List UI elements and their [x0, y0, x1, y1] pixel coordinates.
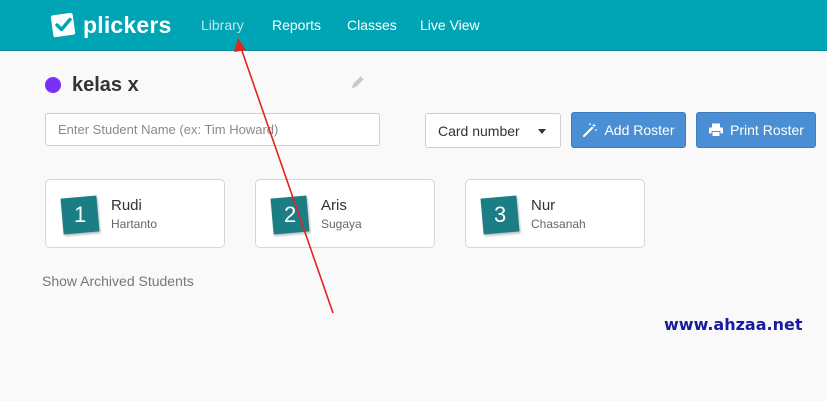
- student-card[interactable]: 2 Aris Sugaya: [255, 179, 435, 248]
- magic-wand-icon: [583, 123, 598, 138]
- nav-classes[interactable]: Classes: [347, 17, 397, 33]
- student-search-input[interactable]: [45, 113, 380, 146]
- student-first-name: Aris: [321, 197, 347, 214]
- class-header: kelas x: [45, 73, 139, 97]
- edit-pencil-icon[interactable]: [350, 74, 366, 90]
- student-last-name: Sugaya: [321, 217, 362, 231]
- student-first-name: Nur: [531, 197, 556, 214]
- logo[interactable]: plickers: [49, 10, 172, 40]
- sort-select[interactable]: Card number: [425, 113, 561, 148]
- student-first-name: Rudi: [111, 197, 142, 214]
- student-card[interactable]: 3 Nur Chasanah: [465, 179, 645, 248]
- app-name: plickers: [83, 11, 172, 38]
- card-number-badge: 3: [480, 195, 520, 235]
- sort-select-value: Card number: [438, 122, 520, 139]
- nav-live-view[interactable]: Live View: [420, 17, 480, 33]
- add-roster-label: Add Roster: [604, 122, 675, 138]
- card-number: 3: [493, 202, 507, 227]
- card-number-badge: 1: [60, 195, 100, 235]
- watermark-text: www.ahzaa.net: [664, 315, 803, 334]
- print-roster-label: Print Roster: [730, 122, 804, 138]
- add-roster-button[interactable]: Add Roster: [571, 112, 686, 148]
- class-title: kelas x: [72, 73, 139, 96]
- plickers-logo-icon: [50, 12, 76, 38]
- card-number-badge: 2: [270, 195, 310, 235]
- chevron-down-icon: [538, 129, 546, 134]
- student-last-name: Chasanah: [531, 217, 586, 231]
- class-color-dot: [45, 77, 61, 93]
- show-archived-students-link[interactable]: Show Archived Students: [42, 273, 194, 289]
- print-roster-button[interactable]: Print Roster: [696, 112, 816, 148]
- nav-reports[interactable]: Reports: [272, 17, 321, 33]
- student-last-name: Hartanto: [111, 217, 158, 231]
- printer-icon: [709, 123, 724, 137]
- nav-library[interactable]: Library: [201, 17, 244, 33]
- top-navbar: plickers Library Reports Classes Live Vi…: [0, 0, 827, 51]
- student-card[interactable]: 1 Rudi Hartanto: [45, 179, 225, 248]
- card-number: 2: [283, 202, 297, 227]
- card-number: 1: [73, 202, 87, 227]
